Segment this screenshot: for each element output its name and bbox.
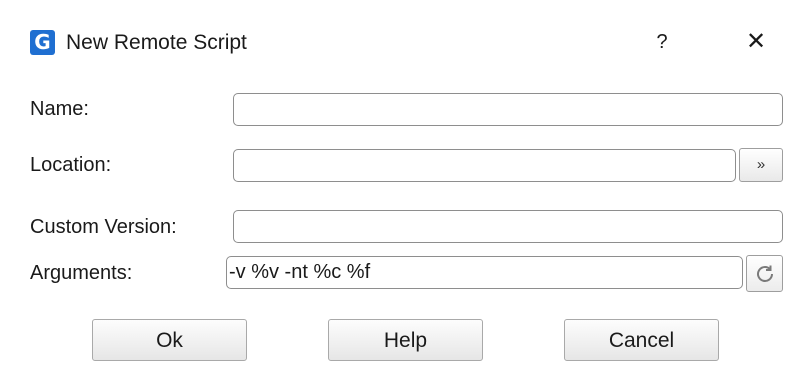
app-logo-icon: G xyxy=(30,30,55,55)
custom-version-label: Custom Version: xyxy=(30,216,177,238)
refresh-button[interactable] xyxy=(746,255,783,292)
arguments-label: Arguments: xyxy=(30,262,133,284)
cancel-button[interactable]: Cancel xyxy=(564,319,719,361)
help-button[interactable]: Help xyxy=(328,319,483,361)
dialog-title: New Remote Script xyxy=(66,31,247,54)
location-label: Location: xyxy=(30,154,112,176)
location-field[interactable] xyxy=(233,149,736,182)
ok-button[interactable]: Ok xyxy=(92,319,247,361)
name-field[interactable] xyxy=(233,93,783,126)
arguments-field[interactable] xyxy=(226,256,743,289)
close-icon[interactable]: ✕ xyxy=(740,26,772,58)
custom-version-field[interactable] xyxy=(233,210,783,243)
app-logo-glyph: G xyxy=(34,30,51,54)
title-bar: G New Remote Script ? ✕ xyxy=(0,6,792,72)
help-icon[interactable]: ? xyxy=(650,26,674,58)
browse-button[interactable]: » xyxy=(739,148,783,182)
name-label: Name: xyxy=(30,98,89,120)
refresh-icon xyxy=(757,265,773,282)
new-remote-script-dialog: G New Remote Script ? ✕ Name: Location: … xyxy=(0,6,792,374)
dialog-body: Name: Location: » Custom Version: Argume… xyxy=(0,72,792,374)
